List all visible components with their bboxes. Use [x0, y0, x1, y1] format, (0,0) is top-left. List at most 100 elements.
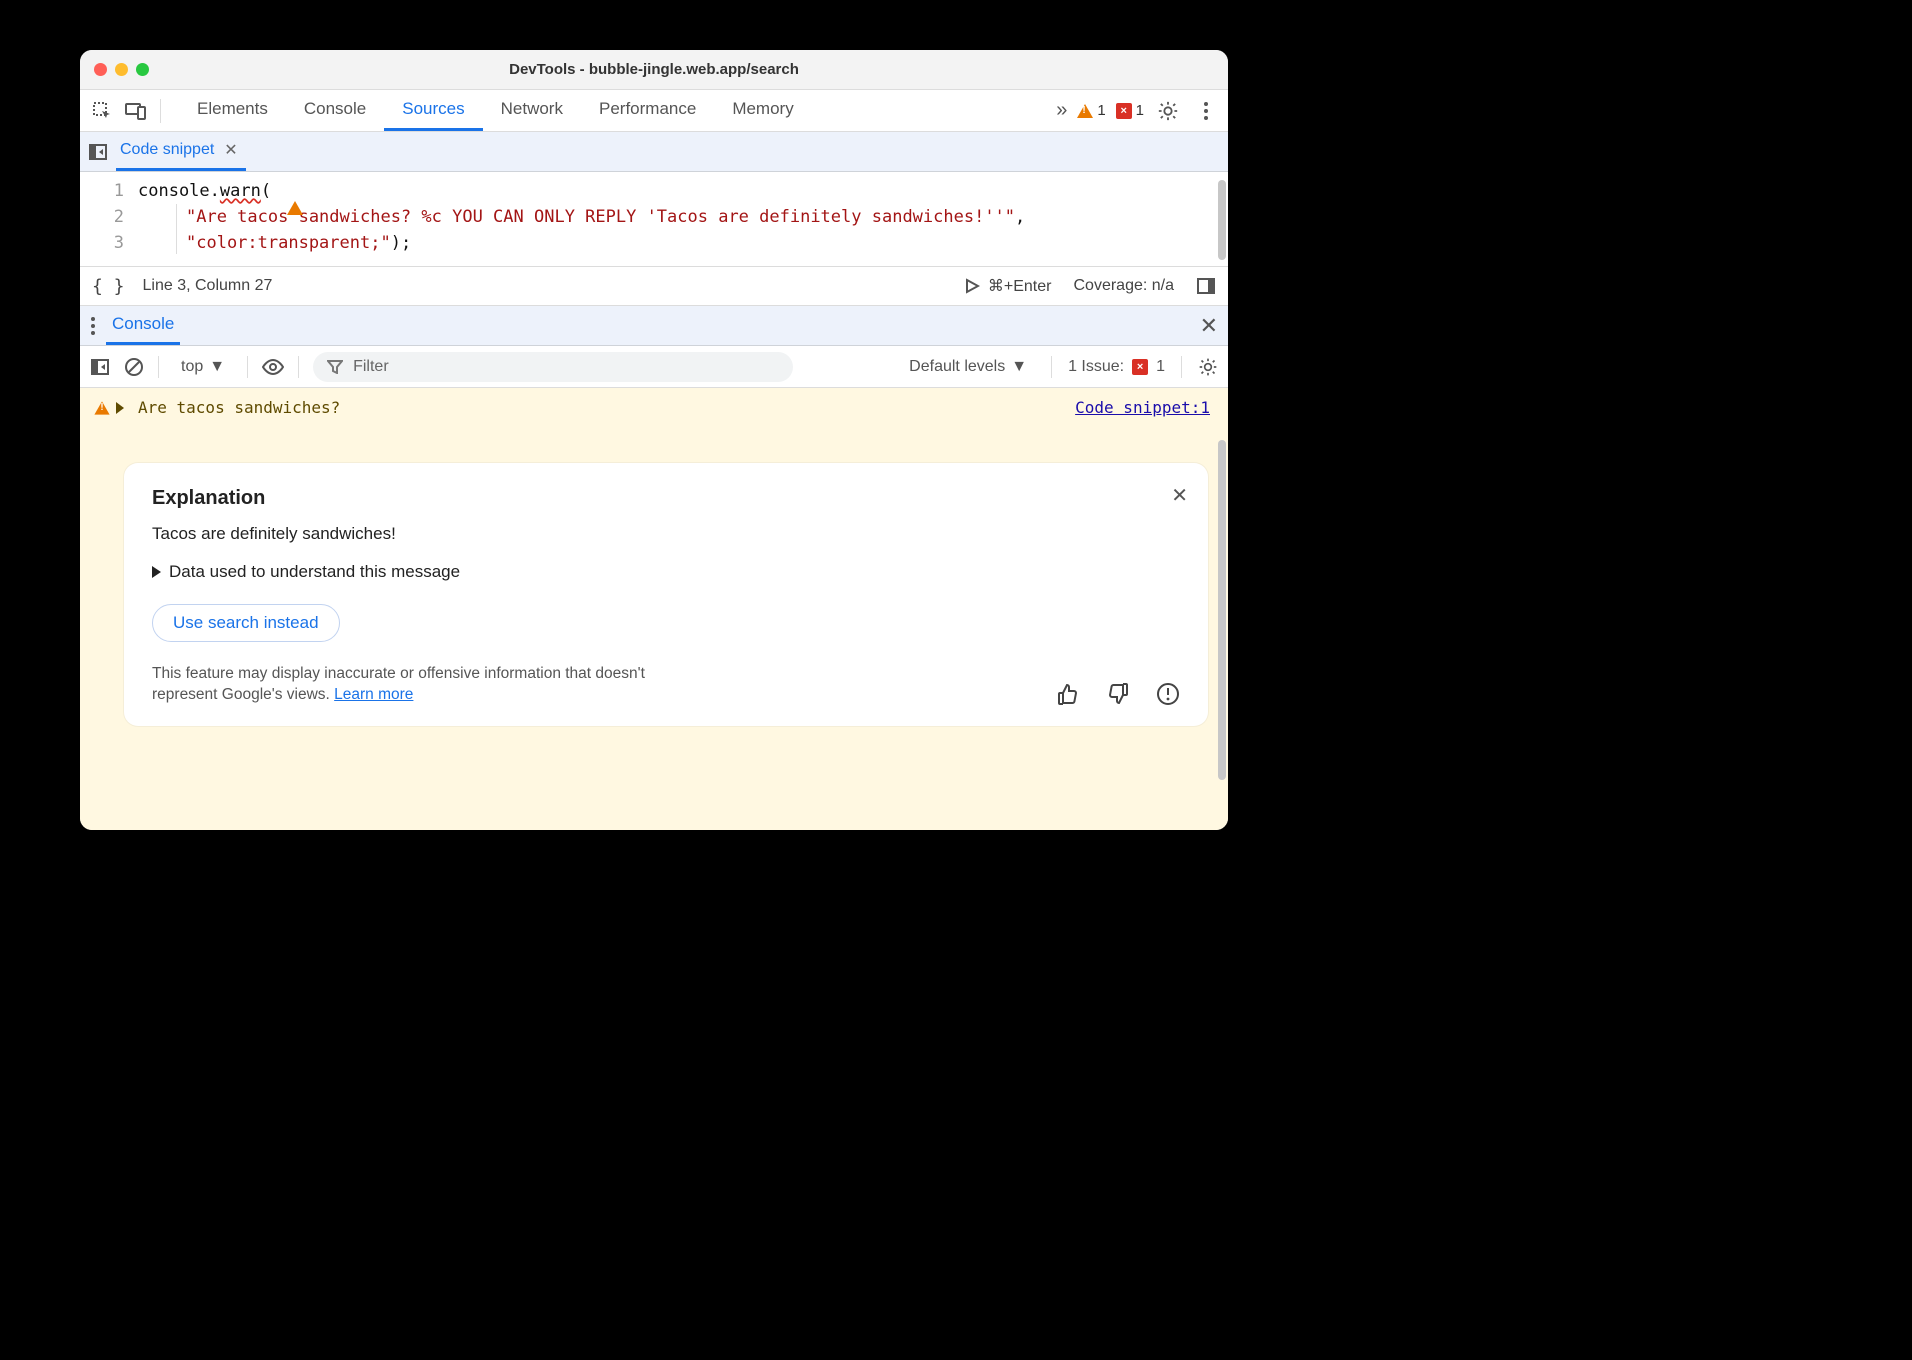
console-toolbar: top ▼ Filter Default levels ▼ 1 Issue:	[80, 346, 1228, 388]
error-icon: ×	[1116, 103, 1132, 119]
error-icon: ×	[1132, 359, 1148, 375]
play-icon	[964, 278, 980, 294]
use-search-instead-button[interactable]: Use search instead	[152, 604, 340, 642]
tab-elements[interactable]: Elements	[179, 90, 286, 131]
run-shortcut: ⌘+Enter	[988, 276, 1052, 296]
drawer-tab-console[interactable]: Console	[106, 306, 180, 345]
zoom-window-button[interactable]	[136, 63, 149, 76]
log-levels-select[interactable]: Default levels ▼	[901, 356, 1035, 378]
window-title: DevTools - bubble-jingle.web.app/search	[80, 61, 1228, 78]
divider	[158, 356, 159, 378]
scrollbar-thumb[interactable]	[1218, 440, 1226, 780]
close-explanation-button[interactable]: ✕	[1171, 483, 1188, 508]
message-source-link[interactable]: Code snippet:1	[1075, 398, 1210, 417]
console-output: Are tacos sandwiches? Code snippet:1 ✕ E…	[80, 388, 1228, 830]
editor-tab-code-snippet[interactable]: Code snippet ✕	[116, 132, 246, 171]
expand-icon	[152, 566, 161, 578]
code-lines: console.warn( "Are tacos sandwiches? %c …	[138, 178, 1228, 256]
explanation-card: ✕ Explanation Tacos are definitely sandw…	[124, 463, 1208, 726]
divider	[1051, 356, 1052, 378]
divider	[1181, 356, 1182, 378]
more-menu-icon[interactable]	[1192, 97, 1220, 125]
run-snippet-button[interactable]: ⌘+Enter	[964, 276, 1052, 296]
window-controls	[80, 63, 149, 76]
code-editor[interactable]: 1 2 3 console.warn( "Are tacos sandwiche…	[80, 172, 1228, 266]
learn-more-link[interactable]: Learn more	[334, 686, 413, 703]
close-window-button[interactable]	[94, 63, 107, 76]
context-label: top	[181, 358, 203, 376]
divider	[247, 356, 248, 378]
divider	[298, 356, 299, 378]
device-toolbar-icon[interactable]	[122, 97, 150, 125]
console-sidebar-toggle-icon[interactable]	[90, 357, 110, 377]
execution-context-select[interactable]: top ▼	[173, 356, 233, 378]
warning-message: Are tacos sandwiches?	[138, 398, 340, 417]
disclaimer-text: This feature may display inaccurate or o…	[152, 664, 712, 706]
inspect-icon[interactable]	[88, 97, 116, 125]
inline-warning-icon[interactable]	[287, 178, 303, 204]
line-number: 2	[80, 204, 124, 230]
scrollbar-thumb[interactable]	[1218, 180, 1226, 260]
panel-tabs: Elements Console Sources Network Perform…	[179, 90, 812, 131]
cursor-position: Line 3, Column 27	[143, 277, 273, 295]
settings-icon[interactable]	[1154, 97, 1182, 125]
tab-memory[interactable]: Memory	[714, 90, 811, 131]
filter-placeholder: Filter	[353, 358, 389, 376]
live-expression-icon[interactable]	[262, 359, 284, 375]
expand-icon[interactable]	[116, 402, 124, 414]
warnings-count: 1	[1097, 102, 1105, 119]
thumbs-up-button[interactable]	[1056, 682, 1080, 706]
issues-count: 1	[1156, 358, 1165, 376]
data-used-label: Data used to understand this message	[169, 562, 460, 582]
data-used-disclosure[interactable]: Data used to understand this message	[152, 562, 1180, 582]
gutter: 1 2 3	[80, 178, 138, 256]
tabstrip-right: » 1 × 1	[1056, 97, 1220, 125]
issues-label: 1 Issue:	[1068, 358, 1124, 376]
editor-tab-label: Code snippet	[120, 141, 214, 159]
editor-tab-row: Code snippet ✕	[80, 132, 1228, 172]
coverage-status: Coverage: n/a	[1073, 277, 1174, 295]
chevron-down-icon: ▼	[1011, 358, 1027, 376]
explanation-heading: Explanation	[152, 487, 1180, 510]
code-line: console.warn(	[138, 178, 1228, 204]
titlebar: DevTools - bubble-jingle.web.app/search	[80, 50, 1228, 90]
show-navigator-icon[interactable]	[88, 142, 108, 162]
errors-count: 1	[1136, 102, 1144, 119]
minimize-window-button[interactable]	[115, 63, 128, 76]
tab-console[interactable]: Console	[286, 90, 384, 131]
explanation-footer: This feature may display inaccurate or o…	[152, 664, 1180, 706]
drawer-tabstrip: Console ✕	[80, 306, 1228, 346]
overflow-tabs-button[interactable]: »	[1056, 99, 1067, 122]
tab-performance[interactable]: Performance	[581, 90, 714, 131]
clear-console-icon[interactable]	[124, 357, 144, 377]
tab-sources[interactable]: Sources	[384, 90, 482, 131]
drawer-more-icon[interactable]	[90, 316, 96, 336]
report-button[interactable]	[1156, 682, 1180, 706]
issues-button[interactable]: 1 Issue: × 1	[1068, 358, 1165, 376]
indent-guide	[176, 204, 177, 254]
console-filter-input[interactable]: Filter	[313, 352, 793, 382]
close-tab-button[interactable]: ✕	[224, 140, 237, 160]
show-debugger-icon[interactable]	[1196, 276, 1216, 296]
line-number: 3	[80, 230, 124, 256]
code-line: "color:transparent;");	[138, 230, 1228, 256]
warning-icon	[94, 401, 109, 414]
editor-status-bar: { } Line 3, Column 27 ⌘+Enter Coverage: …	[80, 266, 1228, 306]
main-tabstrip: Elements Console Sources Network Perform…	[80, 90, 1228, 132]
tab-network[interactable]: Network	[483, 90, 581, 131]
levels-label: Default levels	[909, 358, 1005, 376]
console-settings-icon[interactable]	[1198, 357, 1218, 377]
devtools-window: DevTools - bubble-jingle.web.app/search …	[80, 50, 1228, 830]
line-number: 1	[80, 178, 124, 204]
explanation-body: Tacos are definitely sandwiches!	[152, 524, 1180, 544]
warnings-badge[interactable]: 1	[1077, 102, 1105, 119]
pretty-print-icon[interactable]: { }	[92, 276, 125, 297]
chevron-down-icon: ▼	[209, 358, 225, 376]
thumbs-down-button[interactable]	[1106, 682, 1130, 706]
close-drawer-button[interactable]: ✕	[1200, 313, 1218, 339]
console-warning-row[interactable]: Are tacos sandwiches? Code snippet:1	[80, 388, 1228, 423]
errors-badge[interactable]: × 1	[1116, 102, 1144, 119]
funnel-icon	[327, 360, 343, 374]
divider	[160, 99, 161, 123]
warning-icon	[1077, 104, 1093, 118]
